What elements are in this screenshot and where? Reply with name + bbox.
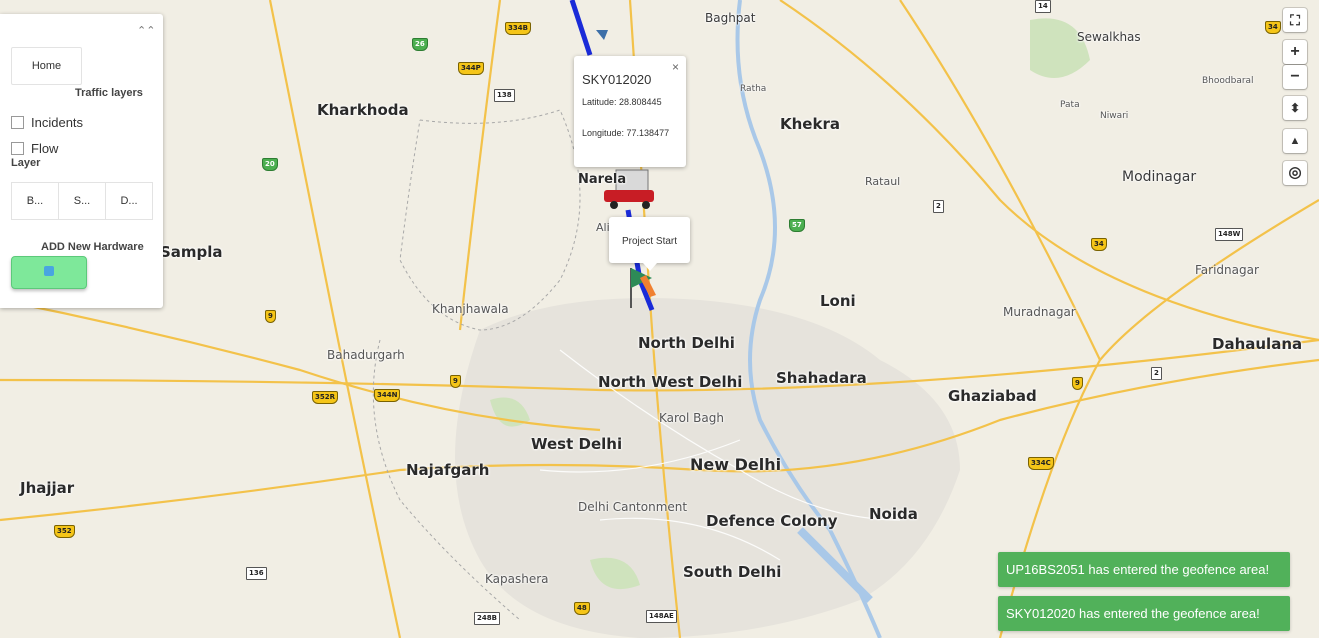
place-label: Defence Colony: [706, 512, 838, 530]
place-label: North Delhi: [638, 334, 735, 352]
vehicle-latitude: Latitude: 28.808445: [582, 97, 662, 107]
incidents-checkbox[interactable]: [11, 116, 24, 129]
close-icon[interactable]: ×: [672, 60, 679, 74]
place-label: Kharkhoda: [317, 101, 409, 119]
place-label: Loni: [820, 292, 856, 310]
vehicle-id: SKY012020: [582, 72, 652, 87]
place-label: Sewalkhas: [1077, 30, 1141, 44]
vehicle-longitude: Longitude: 77.138477: [582, 128, 670, 138]
add-hardware-title: ADD New Hardware: [41, 241, 144, 253]
place-label: Niwari: [1100, 111, 1129, 121]
geofence-toast[interactable]: UP16BS2051 has entered the geofence area…: [998, 552, 1290, 587]
place-label: Noida: [869, 505, 918, 523]
highway-shield: 34: [1265, 21, 1281, 34]
highway-shield: 34: [1091, 238, 1107, 251]
highway-shield: 352: [54, 525, 75, 538]
place-label: Delhi Cantonment: [578, 500, 688, 514]
traffic-layers-title: Traffic layers: [75, 87, 143, 99]
highway-shield: 136: [246, 567, 267, 580]
place-label: Rataul: [865, 175, 901, 188]
control-panel: ⌃⌃ Home Traffic layers Incidents Flow La…: [0, 14, 163, 308]
place-label: Najafgarh: [406, 461, 490, 479]
highway-shield: 26: [412, 38, 428, 51]
place-label: New Delhi: [690, 455, 782, 474]
layer-button-dark[interactable]: D...: [105, 182, 153, 220]
layer-title: Layer: [11, 157, 41, 169]
highway-shield: 344P: [458, 62, 484, 75]
flow-toggle[interactable]: Flow: [11, 141, 58, 156]
project-start-label: Project Start: [622, 236, 678, 247]
place-label: South Delhi: [683, 563, 782, 581]
place-label: Karol Bagh: [659, 411, 724, 425]
incidents-label: Incidents: [31, 115, 84, 130]
vehicle-popup: × SKY012020 Latitude: 28.808445 Longitud…: [574, 56, 686, 167]
highway-shield: 9: [1072, 377, 1083, 390]
place-label: Baghpat: [705, 11, 756, 25]
place-label: Ghaziabad: [948, 387, 1037, 405]
geofence-toast[interactable]: SKY012020 has entered the geofence area!: [998, 596, 1290, 631]
highway-shield: 334C: [1028, 457, 1054, 470]
place-label: North West Delhi: [598, 373, 743, 391]
highway-shield: 148AE: [646, 610, 677, 623]
place-label: Shahadara: [776, 369, 867, 387]
place-label: Bhoodbaral: [1202, 76, 1254, 86]
place-label: West Delhi: [531, 435, 623, 453]
home-button[interactable]: Home: [11, 47, 82, 85]
highway-shield: 138: [494, 89, 515, 102]
highway-shield: 48: [574, 602, 590, 615]
project-start-popup: Project Start: [609, 217, 690, 271]
tilt-button[interactable]: ▲: [1283, 129, 1307, 153]
add-icon: [44, 266, 54, 276]
compass-button[interactable]: ⬍: [1283, 96, 1307, 120]
highway-shield: 9: [265, 310, 276, 323]
place-label: Narela: [578, 172, 627, 187]
zoom-in-button[interactable]: +: [1283, 40, 1307, 64]
fullscreen-button[interactable]: ⛶: [1283, 8, 1307, 32]
locate-button[interactable]: ◎: [1283, 161, 1307, 185]
highway-shield: 352R: [312, 391, 339, 404]
highway-shield: 9: [450, 375, 461, 388]
flow-checkbox[interactable]: [11, 142, 24, 155]
highway-shield: 334B: [505, 22, 531, 35]
highway-shield: 2: [1151, 367, 1162, 380]
incidents-toggle[interactable]: Incidents: [11, 115, 83, 130]
zoom-out-button[interactable]: −: [1283, 65, 1307, 89]
collapse-icon[interactable]: ⌃⌃: [137, 24, 155, 38]
highway-shield: 14: [1035, 0, 1051, 13]
highway-shield: 2: [933, 200, 944, 213]
flow-label: Flow: [31, 141, 59, 156]
layer-button-satellite[interactable]: S...: [58, 182, 106, 220]
place-label: Muradnagar: [1003, 305, 1076, 319]
place-label: Ratha: [740, 84, 767, 94]
place-label: Modinagar: [1122, 169, 1197, 185]
highway-shield: 57: [789, 219, 805, 232]
highway-shield: 344N: [374, 389, 401, 402]
place-label: Faridnagar: [1195, 263, 1259, 277]
place-label: Kapashera: [485, 572, 549, 586]
place-label: Dahaulana: [1212, 335, 1303, 353]
place-label: Khanjhawala: [432, 302, 509, 316]
add-hardware-button[interactable]: [11, 256, 87, 289]
place-label: Pata: [1060, 100, 1080, 110]
layer-button-basic[interactable]: B...: [11, 182, 59, 220]
highway-shield: 248B: [474, 612, 500, 625]
highway-shield: 20: [262, 158, 278, 171]
highway-shield: 148W: [1215, 228, 1244, 241]
place-label: Khekra: [780, 115, 840, 133]
place-label: Jhajjar: [20, 479, 75, 497]
place-label: Sampla: [160, 243, 223, 261]
place-label: Bahadurgarh: [327, 348, 405, 362]
